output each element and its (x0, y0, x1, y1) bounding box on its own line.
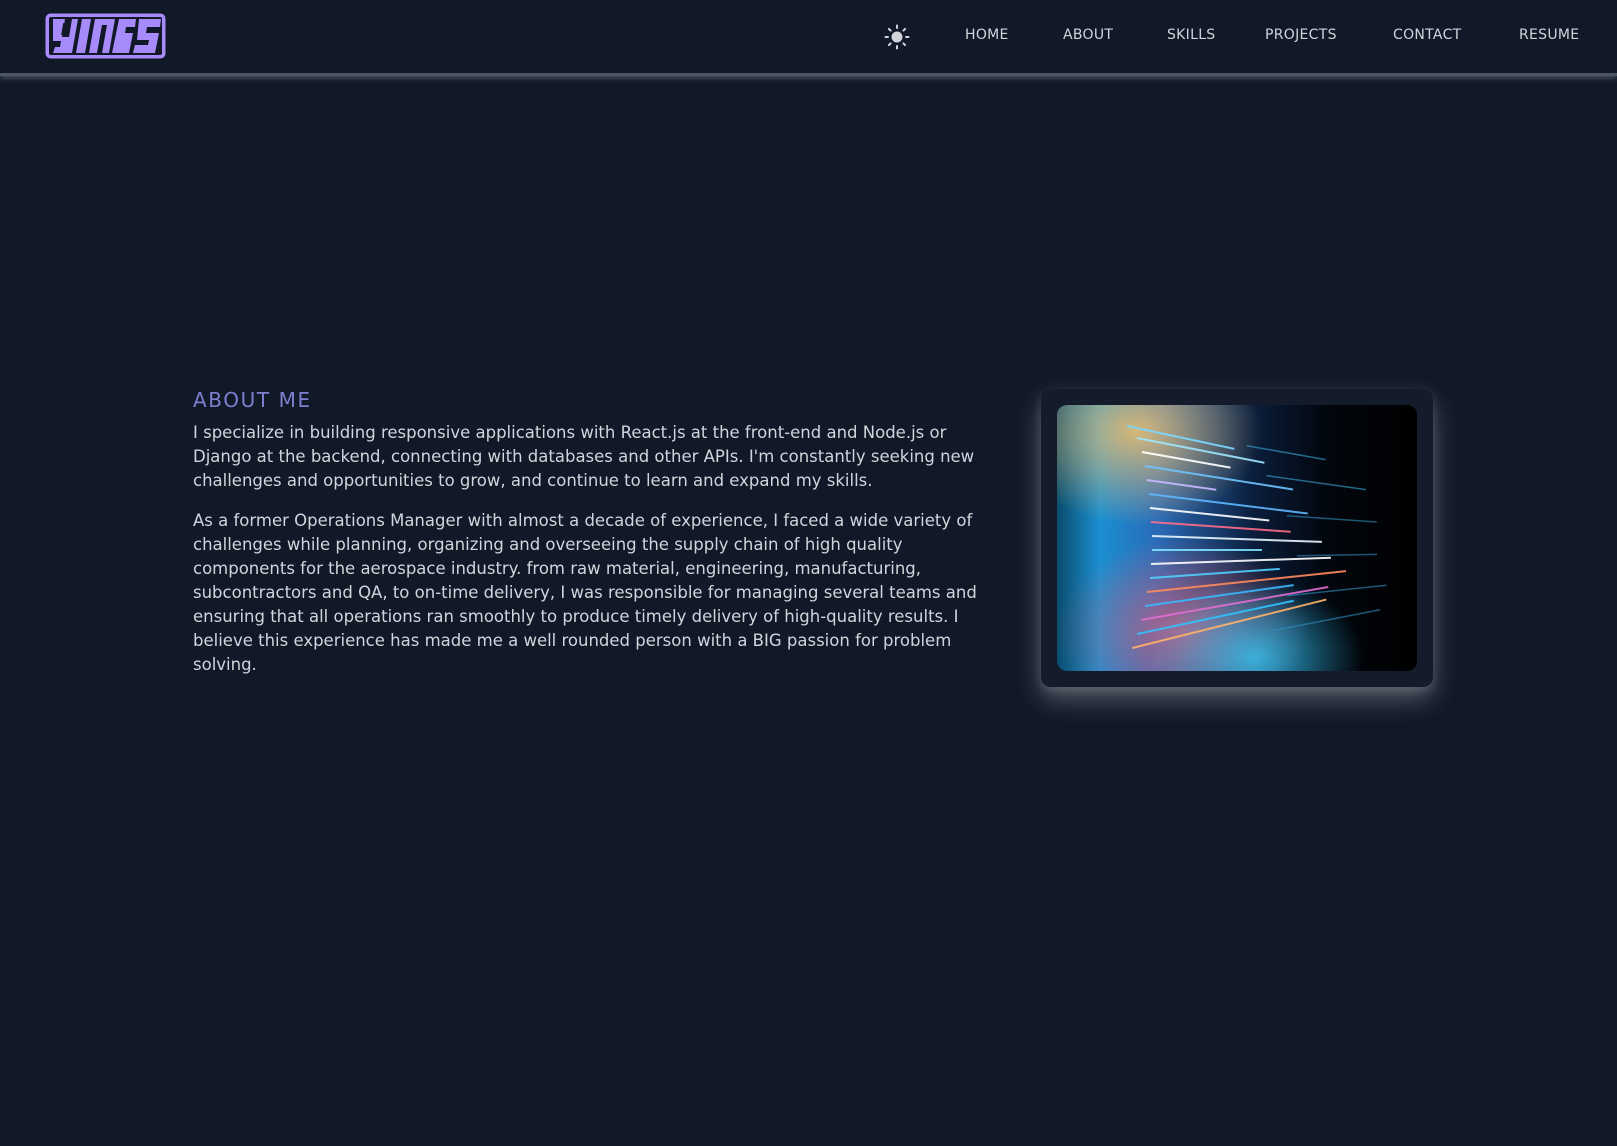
nav-link-home[interactable]: HOME (965, 27, 1009, 43)
navbar: HOME ABOUT SKILLS PROJECTS CONTACT RESUM… (0, 0, 1617, 76)
code-on-screen-image (1057, 405, 1417, 671)
about-paragraph-experience: As a former Operations Manager with almo… (193, 511, 977, 674)
nav-links: HOME ABOUT SKILLS PROJECTS CONTACT RESUM… (0, 27, 1617, 47)
nav-link-contact[interactable]: CONTACT (1393, 27, 1462, 43)
nav-link-projects[interactable]: PROJECTS (1265, 27, 1337, 43)
about-image-card (1041, 389, 1433, 687)
nav-link-resume[interactable]: RESUME (1519, 27, 1579, 43)
about-section: ABOUT ME I specialize in building respon… (193, 388, 1001, 693)
about-paragraph-intro: I specialize in building responsive appl… (193, 423, 975, 490)
nav-link-skills[interactable]: SKILLS (1167, 27, 1215, 43)
nav-link-about[interactable]: ABOUT (1063, 27, 1113, 43)
about-heading: ABOUT ME (193, 388, 312, 412)
